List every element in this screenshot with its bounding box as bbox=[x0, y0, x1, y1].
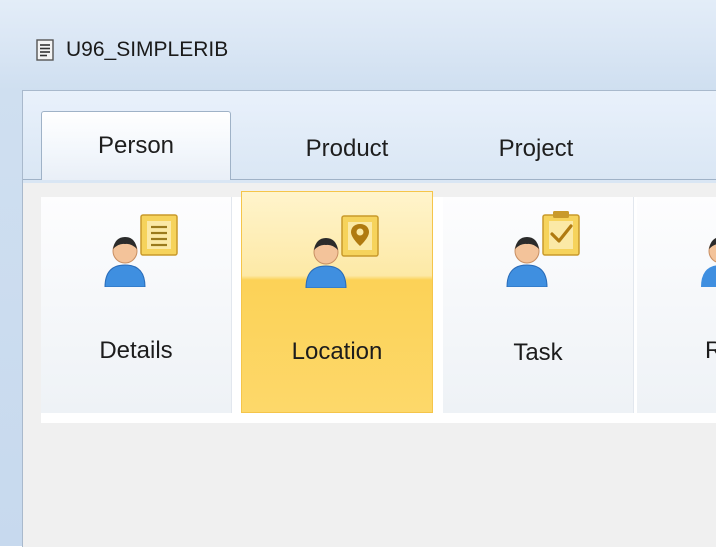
document-icon bbox=[36, 39, 54, 61]
window-title: U96_SIMPLERIB bbox=[66, 38, 229, 61]
tab-project[interactable]: Project bbox=[451, 117, 621, 181]
tab-product-label: Product bbox=[305, 135, 389, 162]
tab-person-label: Person bbox=[97, 132, 175, 159]
task-label: Task bbox=[513, 339, 563, 366]
person-task-icon bbox=[506, 211, 580, 287]
details-label: Details bbox=[99, 337, 173, 364]
r-label: R bbox=[705, 337, 716, 364]
r-button[interactable]: R bbox=[637, 197, 716, 413]
ribbon-panel: Details Location Task R bbox=[41, 191, 716, 423]
client-area: Person Product Project Details Location … bbox=[22, 90, 716, 547]
details-button[interactable]: Details bbox=[41, 197, 232, 413]
title-bar[interactable]: U96_SIMPLERIB bbox=[0, 0, 716, 90]
location-button[interactable]: Location bbox=[241, 191, 433, 413]
person-location-icon bbox=[305, 215, 379, 288]
person-icon bbox=[701, 238, 716, 287]
location-label: Location bbox=[291, 338, 383, 365]
tab-person[interactable]: Person bbox=[41, 111, 231, 180]
ribbon-tab-strip: Person Product Project bbox=[23, 91, 716, 183]
person-details-icon bbox=[104, 214, 178, 287]
tab-product[interactable]: Product bbox=[253, 117, 441, 181]
task-button[interactable]: Task bbox=[443, 197, 634, 413]
tab-project-label: Project bbox=[498, 135, 574, 162]
application-window: U96_SIMPLERIB Person Product Project Det… bbox=[0, 0, 716, 547]
